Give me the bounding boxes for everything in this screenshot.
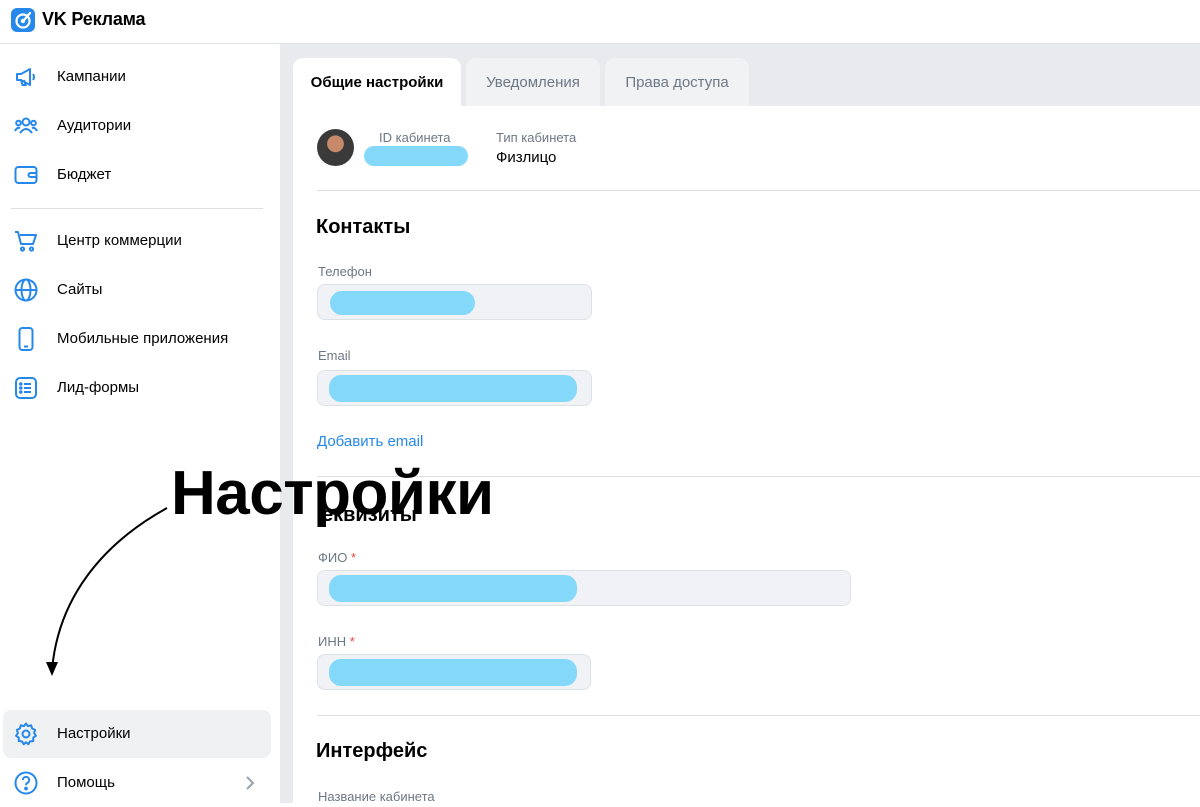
wallet-icon — [14, 166, 38, 184]
sidebar-item-campaigns[interactable]: Кампании — [3, 53, 271, 101]
sidebar-item-budget[interactable]: Бюджет — [3, 151, 271, 199]
account-type-value: Физлицо — [496, 149, 557, 166]
sidebar-item-label: Помощь — [57, 774, 115, 791]
sidebar-item-mobile-apps[interactable]: Мобильные приложения — [3, 315, 271, 363]
fio-label: ФИО * — [318, 550, 356, 565]
sidebar-item-settings[interactable]: Настройки — [3, 710, 271, 758]
redacted-fio — [329, 575, 577, 602]
sidebar-item-help[interactable]: Помощь — [3, 759, 271, 807]
sidebar-item-sites[interactable]: Сайты — [3, 266, 271, 314]
account-type-label: Тип кабинета — [496, 130, 577, 145]
sidebar-item-label: Лид-формы — [57, 379, 140, 396]
divider — [317, 190, 1200, 191]
sidebar-item-label: Настройки — [57, 725, 131, 742]
annotation-arrow-icon — [46, 507, 168, 676]
vk-ads-logo-icon[interactable] — [11, 8, 35, 32]
email-label: Email — [318, 348, 351, 363]
redacted-account-id — [364, 146, 468, 166]
fio-field[interactable] — [317, 570, 851, 606]
redacted-phone — [330, 291, 475, 315]
fio-label-text: ФИО — [318, 550, 348, 565]
sidebar-item-lead-forms[interactable]: Лид-формы — [3, 364, 271, 412]
interface-title: Интерфейс — [316, 740, 428, 762]
redacted-email — [329, 375, 577, 402]
settings-card — [293, 106, 1200, 803]
question-icon — [14, 771, 38, 795]
chevron-right-icon — [246, 776, 255, 790]
megaphone-icon — [16, 68, 35, 86]
contacts-title: Контакты — [316, 216, 411, 238]
email-field[interactable] — [317, 370, 592, 406]
account-id-label: ID кабинета — [379, 130, 451, 145]
sidebar-item-label: Кампании — [57, 68, 126, 85]
globe-icon — [14, 278, 38, 302]
inn-label: ИНН * — [318, 634, 355, 649]
list-form-icon — [15, 377, 37, 399]
phone-field[interactable] — [317, 284, 592, 320]
phone-label: Телефон — [318, 264, 372, 279]
users-icon — [14, 117, 38, 134]
sidebar-item-label: Бюджет — [57, 166, 112, 183]
sidebar: Кампании Аудитории Бюджет Центр коммерци… — [0, 44, 280, 803]
gear-icon — [15, 722, 37, 746]
sidebar-item-audiences[interactable]: Аудитории — [3, 102, 271, 150]
cabinet-name-label: Название кабинета — [318, 789, 435, 804]
tab-general-settings[interactable]: Общие настройки — [293, 58, 461, 106]
add-email-link[interactable]: Добавить email — [317, 433, 423, 450]
sidebar-divider — [11, 208, 263, 209]
sidebar-item-commerce[interactable]: Центр коммерции — [3, 217, 271, 265]
redacted-inn — [329, 659, 577, 686]
sidebar-item-label: Сайты — [57, 281, 103, 298]
tab-access-rights[interactable]: Права доступа — [605, 58, 749, 106]
cart-icon — [15, 231, 37, 252]
avatar — [317, 129, 354, 166]
inn-label-text: ИНН — [318, 634, 347, 649]
required-mark: * — [350, 550, 357, 565]
divider — [317, 715, 1200, 716]
required-mark: * — [349, 634, 355, 649]
top-bar: VK Реклама — [0, 0, 1200, 44]
sidebar-item-label: Центр коммерции — [57, 232, 182, 249]
app-title[interactable]: VK Реклама — [42, 9, 146, 30]
annotation-text: Настройки — [171, 459, 494, 528]
sidebar-item-label: Мобильные приложения — [57, 330, 229, 347]
tab-notifications[interactable]: Уведомления — [466, 58, 600, 106]
sidebar-item-label: Аудитории — [57, 117, 132, 134]
inn-field[interactable] — [317, 654, 591, 690]
phone-icon — [18, 327, 34, 351]
